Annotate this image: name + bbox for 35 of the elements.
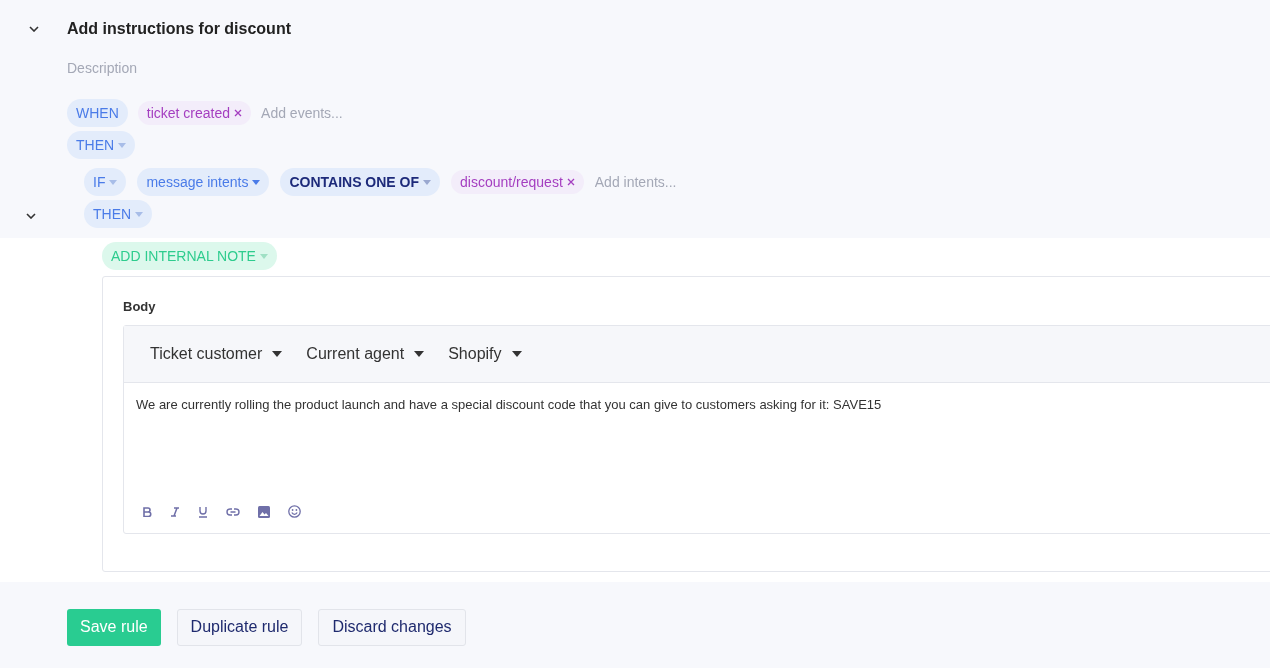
caret-icon <box>414 351 425 357</box>
underline-icon[interactable] <box>198 505 208 518</box>
intent-tag: discount/request <box>451 170 584 194</box>
caret-icon <box>118 142 127 148</box>
emoji-icon[interactable] <box>288 505 301 518</box>
caret-icon <box>423 179 432 185</box>
variable-dropdown[interactable]: Ticket customer <box>150 345 283 363</box>
caret-icon <box>511 351 522 357</box>
italic-icon[interactable] <box>170 506 180 517</box>
caret-icon <box>259 253 268 259</box>
operator-dropdown[interactable]: CONTAINS ONE OF <box>280 168 441 196</box>
close-icon[interactable] <box>234 109 243 117</box>
caret-icon <box>109 179 118 185</box>
caret-icon <box>135 211 144 217</box>
rule-title: Add instructions for discount <box>67 20 291 38</box>
action-button[interactable]: Discard changes <box>318 608 466 646</box>
chevron-icon[interactable] <box>28 26 39 32</box>
description-field[interactable]: Description <box>67 60 367 76</box>
body-editor[interactable]: Ticket customer Current agent Shopify We are currently rolling the product launch and have a special discount code that you can give to customers asking for it: SAVE15 <box>123 325 1270 534</box>
event-tag: ticket created <box>137 101 252 125</box>
body-label: Body <box>123 299 157 314</box>
events-field[interactable]: Add events... <box>261 105 372 121</box>
close-icon[interactable] <box>566 178 575 186</box>
when-chip: WHEN <box>67 99 128 127</box>
variable-dropdown[interactable]: Current agent <box>306 345 425 363</box>
chevron-icon[interactable] <box>26 213 36 219</box>
bold-icon[interactable] <box>143 506 152 517</box>
image-icon[interactable] <box>258 505 270 518</box>
action-button[interactable]: Duplicate rule <box>176 608 303 646</box>
variable-dropdown[interactable]: Shopify <box>448 345 522 363</box>
caret-icon <box>252 179 261 185</box>
link-icon[interactable] <box>226 507 240 516</box>
intents-field[interactable]: Add intents... <box>594 174 705 190</box>
caret-icon <box>272 351 283 357</box>
note-text: We are currently rolling the product launch and have a special discount code that you can give to customers asking for it: SAVE15 <box>135 396 883 414</box>
